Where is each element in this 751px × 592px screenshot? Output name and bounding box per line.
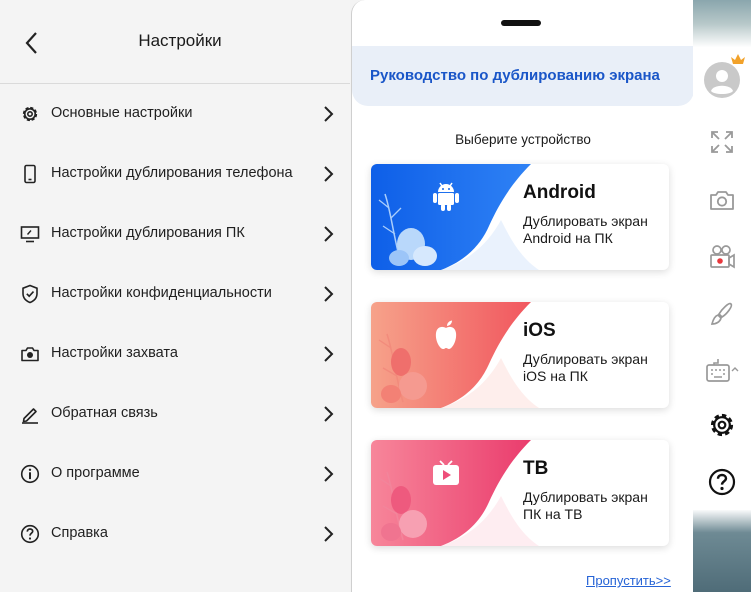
chevron-right-icon (320, 403, 338, 425)
help-button[interactable] (702, 462, 742, 502)
avatar-icon (704, 62, 740, 98)
drag-handle[interactable] (501, 20, 541, 26)
mirroring-guide-panel: Руководство по дублированию экрана Выбер… (351, 0, 693, 592)
settings-gear-icon (710, 413, 734, 437)
screenshot-button[interactable] (702, 180, 742, 220)
guide-title: Руководство по дублированию экрана (370, 67, 660, 84)
brush-button[interactable] (702, 294, 742, 334)
monitor-icon (19, 223, 41, 245)
fullscreen-button[interactable] (702, 122, 742, 162)
guide-header: Руководство по дублированию экрана (352, 46, 693, 106)
ios-card[interactable]: iOS Дублировать экран iOS на ПК (371, 302, 669, 408)
chevron-right-icon (320, 223, 338, 245)
menu-item-about[interactable]: О программе (0, 444, 350, 504)
brush-icon (710, 302, 733, 325)
tv-card[interactable]: ТВ Дублировать экран ПК на ТВ (371, 440, 669, 546)
card-description: Дублировать экран Android на ПК (523, 213, 648, 246)
chevron-right-icon (320, 283, 338, 305)
menu-item-label: Настройки дублирования телефона (51, 165, 293, 181)
record-icon (710, 245, 735, 269)
menu-item-general[interactable]: Основные настройки (0, 84, 350, 144)
keyboard-icon (706, 359, 739, 382)
shield-icon (19, 283, 41, 305)
card-title: Android (523, 182, 596, 203)
page-title: Настройки (138, 31, 222, 50)
menu-item-label: Справка (51, 525, 108, 541)
card-title: ТВ (523, 458, 549, 479)
chevron-right-icon (320, 523, 338, 545)
avatar-button[interactable] (702, 60, 742, 100)
info-icon (19, 463, 41, 485)
gear-icon (19, 103, 41, 125)
screenshot-camera-icon (710, 191, 734, 210)
chevron-right-icon (320, 163, 338, 185)
menu-item-feedback[interactable]: Обратная связь (0, 384, 350, 444)
menu-item-pc-mirroring[interactable]: Настройки дублирования ПК (0, 204, 350, 264)
pen-icon (19, 403, 41, 425)
fullscreen-icon (711, 131, 733, 153)
card-title: iOS (523, 320, 556, 341)
menu-item-label: Настройки дублирования ПК (51, 225, 245, 241)
skip-link[interactable]: Пропустить>> (586, 573, 671, 588)
android-icon (427, 178, 465, 216)
menu-item-capture[interactable]: Настройки захвата (0, 324, 350, 384)
chevron-right-icon (320, 103, 338, 125)
settings-menu: Основные настройки Настройки дублировани… (0, 84, 350, 564)
card-description: Дублировать экран iOS на ПК (523, 351, 648, 384)
menu-item-privacy[interactable]: Настройки конфиденциальности (0, 264, 350, 324)
apple-icon (427, 316, 465, 354)
menu-item-label: Основные настройки (51, 105, 193, 121)
card-description: Дублировать экран ПК на ТВ (523, 489, 648, 522)
keyboard-button[interactable] (702, 350, 742, 390)
crown-icon (731, 54, 745, 64)
phone-icon (19, 163, 41, 185)
chevron-right-icon (320, 463, 338, 485)
android-card[interactable]: Android Дублировать экран Android на ПК (371, 164, 669, 270)
settings-panel: Настройки Основные настройки Настройки д… (0, 0, 350, 592)
menu-item-label: Настройки конфиденциальности (51, 285, 272, 301)
help-icon (19, 523, 41, 545)
side-toolbar (693, 0, 751, 592)
menu-item-phone-mirroring[interactable]: Настройки дублирования телефона (0, 144, 350, 204)
select-device-label: Выберите устройство (455, 132, 591, 147)
record-button[interactable] (702, 236, 742, 276)
help-icon (708, 468, 736, 496)
menu-item-label: Обратная связь (51, 405, 158, 421)
menu-item-help[interactable]: Справка (0, 504, 350, 564)
chevron-right-icon (320, 343, 338, 365)
tv-icon (427, 454, 465, 492)
settings-button[interactable] (702, 405, 742, 445)
menu-item-label: О программе (51, 465, 140, 481)
settings-header: Настройки (0, 0, 350, 84)
menu-item-label: Настройки захвата (51, 345, 178, 361)
camera-icon (19, 343, 41, 365)
